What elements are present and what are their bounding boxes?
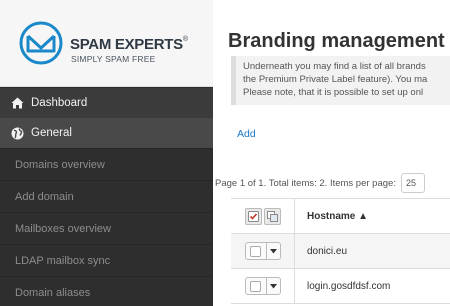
- envelope-logo-icon: [19, 21, 63, 65]
- sidebar-item-label: General: [31, 127, 72, 139]
- logo-title: SPAM EXPERTS®: [70, 36, 188, 53]
- row-controls: [231, 234, 295, 268]
- sidebar-item-domain-aliases[interactable]: Domain aliases: [0, 277, 213, 306]
- hostname-cell: login.gosdfdsf.com: [307, 280, 391, 292]
- home-icon: [10, 96, 24, 110]
- table-row: donici.eu: [231, 234, 450, 269]
- select-all-icon[interactable]: [244, 207, 262, 225]
- pager-text: Page 1 of 1. Total items: 2. Items per p…: [215, 177, 396, 189]
- copy-icon[interactable]: [263, 207, 281, 225]
- info-box: Underneath you may find a list of all br…: [231, 56, 450, 105]
- globe-icon: [10, 126, 24, 140]
- logo-area[interactable]: SPAM EXPERTS® SIMPLY SPAM FREE: [0, 0, 213, 87]
- sidebar-item-domains-overview[interactable]: Domains overview: [0, 149, 213, 181]
- column-header-hostname[interactable]: Hostname ▲: [295, 211, 368, 222]
- main-content: Branding management Underneath you may f…: [213, 0, 450, 306]
- chevron-down-icon[interactable]: [266, 242, 281, 260]
- info-line: Underneath you may find a list of all br…: [243, 61, 426, 72]
- chevron-down-icon[interactable]: [266, 277, 281, 295]
- items-per-page-select[interactable]: 25: [400, 173, 425, 193]
- table-row: login.gosdfdsf.com: [231, 269, 450, 304]
- sidebar-item-mailboxes-overview[interactable]: Mailboxes overview: [0, 213, 213, 245]
- sidebar-item-general[interactable]: General: [0, 118, 213, 149]
- logo-tagline: SIMPLY SPAM FREE: [71, 54, 156, 64]
- table-header-row: Hostname ▲: [231, 199, 450, 234]
- sidebar-item-dashboard[interactable]: Dashboard: [0, 88, 213, 119]
- hostname-cell: donici.eu: [307, 245, 348, 257]
- row-select-checkbox[interactable]: [244, 242, 267, 260]
- brands-table: Hostname ▲ donici.eu login.gosdfdsf.com: [231, 198, 450, 304]
- header-controls: [231, 199, 295, 233]
- page-title: Branding management: [228, 30, 445, 52]
- info-line: the Premium Private Label feature). You …: [243, 74, 428, 85]
- pager: Page 1 of 1. Total items: 2. Items per p…: [215, 173, 425, 193]
- row-select-checkbox[interactable]: [244, 277, 267, 295]
- sidebar-item-add-domain[interactable]: Add domain: [0, 181, 213, 213]
- sidebar-item-label: Dashboard: [31, 97, 88, 109]
- row-controls: [231, 269, 295, 303]
- add-link[interactable]: Add: [237, 128, 256, 140]
- sidebar: SPAM EXPERTS® SIMPLY SPAM FREE Dashboard…: [0, 0, 213, 306]
- info-line: Please note, that it is possible to set …: [243, 87, 424, 98]
- sidebar-item-ldap-mailbox-sync[interactable]: LDAP mailbox sync: [0, 245, 213, 277]
